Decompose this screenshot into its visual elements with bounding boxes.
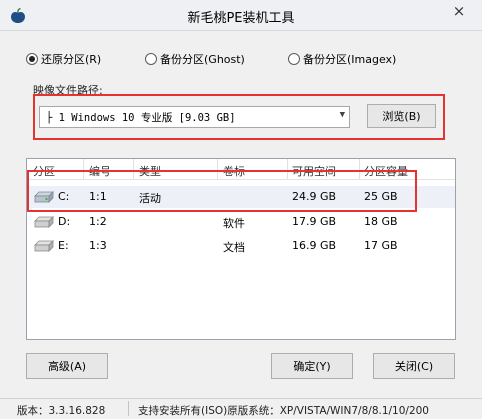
volume-label: 软件 xyxy=(223,217,245,230)
partition-number: 1:2 xyxy=(89,215,107,228)
close-window-button[interactable]: × xyxy=(436,0,482,22)
support-text: 支持安装所有(ISO)原版系统：XP/VISTA/WIN7/8/8.1/10/2… xyxy=(138,405,429,417)
status-divider xyxy=(128,401,129,416)
hard-disk-icon xyxy=(34,240,54,252)
advanced-button[interactable]: 高级(A) xyxy=(26,353,108,379)
title-bar: 新毛桃PE装机工具 × xyxy=(0,0,482,31)
image-file-dropdown[interactable]: ├ 1 Windows 10 专业版 [9.03 GB] ▼ xyxy=(39,106,350,128)
free-space: 16.9 GB xyxy=(292,239,337,252)
table-row[interactable]: D: 1:2 软件 17.9 GB 18 GB xyxy=(27,211,455,233)
volume-label: 文档 xyxy=(223,241,245,254)
partition-number: 1:3 xyxy=(89,239,107,252)
radio-checked-icon xyxy=(26,53,38,65)
status-bar: 版本：3.3.16.828 支持安装所有(ISO)原版系统：XP/VISTA/W… xyxy=(0,398,482,419)
partition-capacity: 18 GB xyxy=(364,215,398,228)
backup-ghost-radio[interactable]: 备份分区(Ghost) xyxy=(145,51,245,67)
radio-unchecked-icon xyxy=(145,53,157,65)
free-space: 17.9 GB xyxy=(292,215,337,228)
radio-unchecked-icon xyxy=(288,53,300,65)
ok-button[interactable]: 确定(Y) xyxy=(271,353,353,379)
chevron-down-icon: ▼ xyxy=(339,110,345,120)
browse-button[interactable]: 浏览(B) xyxy=(367,104,436,128)
partition-capacity: 17 GB xyxy=(364,239,398,252)
drive-letter: D: xyxy=(58,215,71,228)
drive-letter: E: xyxy=(58,239,69,252)
highlight-box-partition xyxy=(27,170,417,212)
version-text: 版本：3.3.16.828 xyxy=(17,405,106,417)
table-row[interactable]: E: 1:3 文档 16.9 GB 17 GB xyxy=(27,235,455,257)
image-file-value: ├ 1 Windows 10 专业版 [9.03 GB] xyxy=(46,112,236,124)
hard-disk-icon xyxy=(34,216,54,228)
backup-imagex-radio[interactable]: 备份分区(Imagex) xyxy=(288,51,396,67)
restore-partition-radio[interactable]: 还原分区(R) xyxy=(26,51,101,67)
window-title: 新毛桃PE装机工具 xyxy=(187,11,295,26)
close-button[interactable]: 关闭(C) xyxy=(373,353,455,379)
